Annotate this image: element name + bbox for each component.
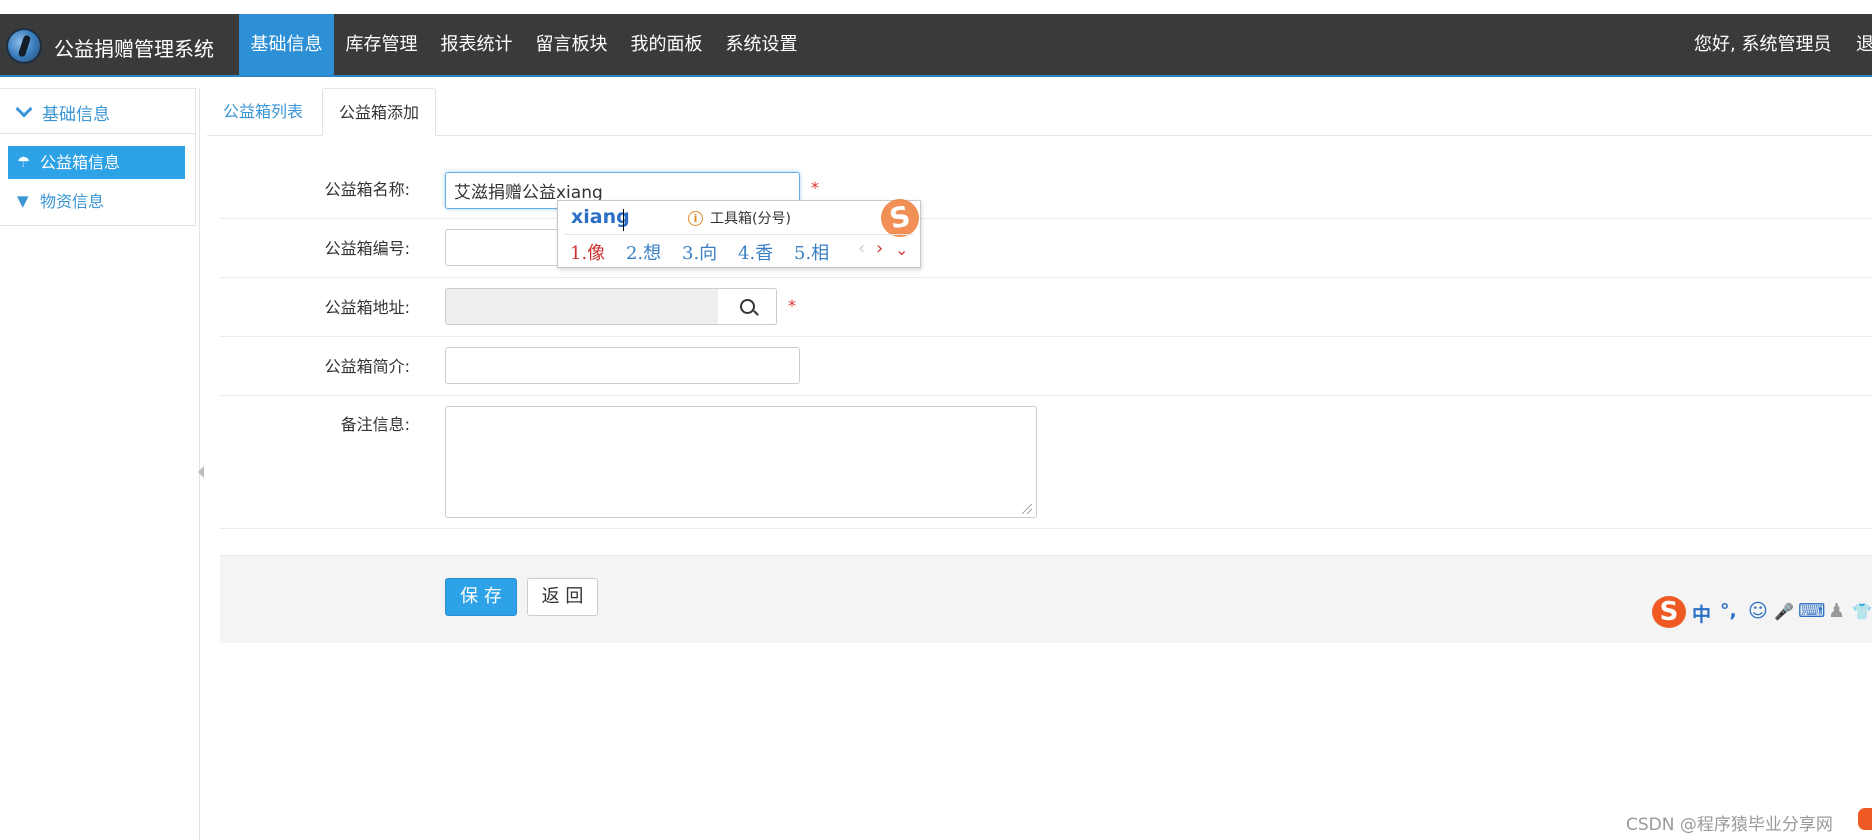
intro-input[interactable]	[445, 347, 800, 384]
ime-candidate[interactable]: 3.向	[682, 239, 717, 265]
sidebar-item-materials[interactable]: ▼ 物资信息	[8, 185, 185, 218]
ime-toolbox-hint[interactable]: 工具箱(分号)	[710, 208, 791, 228]
ime-divider	[564, 234, 914, 235]
nav-basic-info[interactable]: 基础信息	[239, 14, 334, 75]
nav-my-panel[interactable]: 我的面板	[619, 14, 714, 75]
sidebar-collapse-icon[interactable]	[198, 466, 204, 478]
row-divider	[220, 528, 1872, 529]
chevron-down-icon	[15, 100, 33, 118]
sidebar-section-header[interactable]: 基础信息	[0, 89, 195, 134]
row-divider	[220, 395, 1872, 396]
name-label: 公益箱名称:	[324, 180, 410, 199]
top-navbar: 公益捐赠管理系统 基础信息 库存管理 报表统计 留言板块 我的面板 系统设置 您…	[0, 14, 1872, 77]
umbrella-icon: ☂	[17, 153, 31, 171]
sidebar-divider	[199, 88, 200, 840]
watermark: CSDN @程序猿毕业分享网	[1626, 815, 1833, 835]
address-search-button[interactable]	[718, 288, 777, 325]
required-marker: *	[788, 296, 796, 315]
nav-inventory[interactable]: 库存管理	[334, 14, 429, 75]
sidebar-item-label: 公益箱信息	[40, 153, 121, 172]
info-icon: i	[688, 211, 703, 226]
address-label: 公益箱地址:	[324, 298, 410, 317]
nav-message-board[interactable]: 留言板块	[524, 14, 619, 75]
ime-candidate-popup: xiang i 工具箱(分号) S 1.像 2.想 3.向 4.香 5.相 ‹ …	[557, 195, 923, 268]
sidebar-section-title: 基础信息	[42, 105, 110, 125]
row-divider	[220, 277, 1872, 278]
logout-link[interactable]: 退	[1856, 14, 1872, 75]
ime-voice-icon[interactable]: 🎤	[1774, 602, 1794, 621]
remark-label: 备注信息:	[340, 415, 410, 434]
ime-emoji-icon[interactable]: ☺	[1748, 600, 1768, 622]
back-button[interactable]: 返 回	[527, 578, 598, 616]
search-icon	[740, 299, 755, 314]
textarea-resize-handle[interactable]	[1022, 504, 1032, 514]
required-marker: *	[811, 178, 819, 197]
code-label: 公益箱编号:	[324, 239, 410, 258]
intro-label: 公益箱简介:	[324, 357, 410, 376]
ime-logo-icon[interactable]: S	[1652, 596, 1686, 628]
ime-chinese-mode-icon[interactable]: 中	[1692, 600, 1711, 627]
ime-candidate[interactable]: 4.香	[738, 239, 773, 265]
ime-keyboard-icon[interactable]: ⌨	[1798, 600, 1825, 622]
ime-status-toolbar: S 中 °, ☺ 🎤 ⌨ ♟ 👕	[1652, 596, 1872, 628]
ime-skin-icon[interactable]: 👕	[1852, 602, 1872, 621]
row-divider	[220, 218, 1872, 219]
row-divider	[220, 336, 1872, 337]
ime-punctuation-icon[interactable]: °,	[1720, 600, 1737, 622]
address-input[interactable]	[445, 288, 719, 325]
ime-composition-text: xiang	[571, 206, 630, 228]
app-title: 公益捐赠管理系统	[54, 37, 214, 61]
ime-caret	[623, 209, 624, 231]
ime-expand-icon[interactable]: ⌄	[895, 240, 908, 259]
ime-candidate[interactable]: 1.像	[570, 239, 605, 265]
remark-textarea[interactable]	[445, 406, 1037, 518]
filter-icon: ▼	[17, 192, 29, 210]
nav-reports[interactable]: 报表统计	[429, 14, 524, 75]
sidebar-item-donation-box[interactable]: ☂ 公益箱信息	[8, 146, 185, 179]
ime-logo-icon	[1858, 808, 1872, 830]
save-button[interactable]: 保 存	[445, 578, 517, 616]
ime-candidate[interactable]: 5.相	[794, 239, 829, 265]
tabs-underline	[207, 135, 1872, 136]
ime-user-icon[interactable]: ♟	[1828, 600, 1845, 622]
ime-candidate[interactable]: 2.想	[626, 239, 661, 265]
tab-donation-box-add[interactable]: 公益箱添加	[322, 88, 437, 136]
tab-donation-box-list[interactable]: 公益箱列表	[207, 88, 319, 136]
ime-next-page-icon[interactable]: ›	[876, 238, 883, 259]
window-top-strip	[0, 0, 1872, 14]
sidebar: 基础信息 ☂ 公益箱信息 ▼ 物资信息	[0, 88, 196, 226]
app-logo-icon	[6, 28, 42, 64]
user-greeting: 您好, 系统管理员	[1694, 34, 1832, 55]
sidebar-item-label: 物资信息	[40, 192, 105, 211]
nav-system-settings[interactable]: 系统设置	[714, 14, 809, 75]
ime-prev-page-icon[interactable]: ‹	[858, 238, 865, 259]
